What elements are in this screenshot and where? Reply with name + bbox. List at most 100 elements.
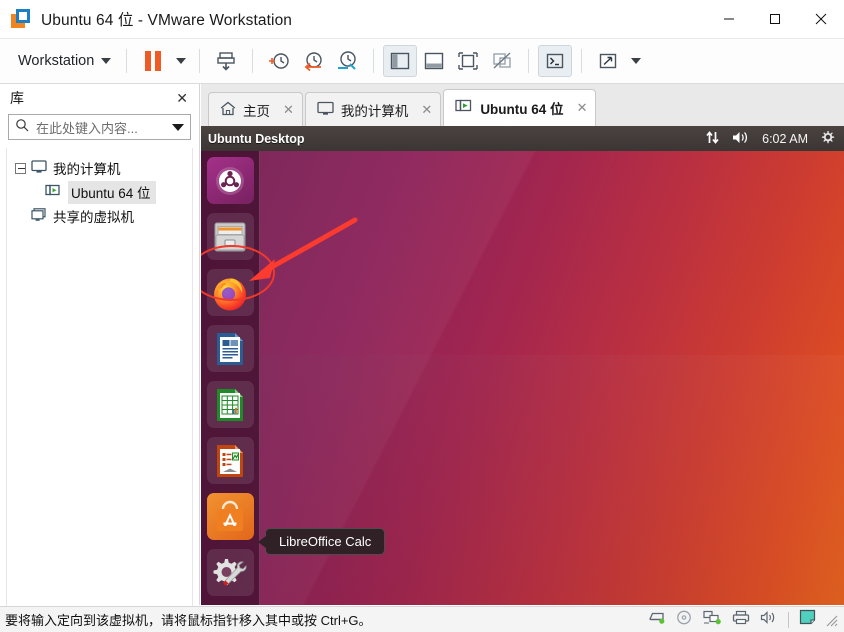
home-icon [220,101,236,119]
main-toolbar: Workstation [0,39,844,83]
vm-running-icon [45,184,62,201]
library-title: 库 [10,90,24,106]
ubuntu-dock [201,151,260,605]
tab-close-button[interactable]: ✕ [283,102,294,118]
hard-disk-status-icon[interactable] [648,610,666,630]
status-device-icons [648,609,838,630]
gear-wrench-icon [213,558,247,586]
volume-icon[interactable] [732,130,750,148]
collapse-toggle-icon[interactable] [15,162,26,174]
bottom-pane-icon [425,52,444,70]
console-icon [547,53,564,69]
revert-snapshot-button[interactable] [296,45,330,77]
toolbar-divider-4 [373,49,375,73]
search-icon [15,118,29,137]
tab-home[interactable]: 主页 ✕ [208,92,303,126]
tab-my-computer[interactable]: 我的计算机 ✕ [304,92,442,126]
close-button[interactable] [798,0,844,38]
tree-item-label: 我的计算机 [53,162,121,177]
display-status-icon[interactable] [799,609,816,630]
pause-icon [145,51,162,71]
sound-status-icon[interactable] [760,610,778,630]
pause-vm-button[interactable] [136,45,170,77]
toolbar-divider-5 [528,49,530,73]
chevron-down-icon [101,58,112,64]
stretch-button[interactable] [591,45,625,77]
take-snapshot-icon [269,53,289,69]
tab-ubuntu-64[interactable]: Ubuntu 64 位 ✕ [443,89,597,126]
tree-item-shared-vms[interactable]: 共享的虚拟机 [7,204,192,228]
dock-item-libreoffice-calc[interactable] [206,381,254,428]
resize-grip[interactable] [826,614,838,626]
network-status-icon[interactable] [703,610,722,630]
maximize-button[interactable] [752,0,798,38]
gear-icon[interactable] [820,130,835,148]
tab-label: 我的计算机 [340,103,409,119]
title-bar: Ubuntu 64 位 - VMware Workstation [0,0,844,38]
workstation-menu-label: Workstation [18,53,95,69]
shared-vm-icon [31,207,47,225]
libreoffice-calc-icon [217,388,243,421]
library-tree: 我的计算机 Ubuntu 64 位 共享的虚拟机 [6,148,193,608]
software-bag-icon [217,500,243,531]
ubuntu-clock[interactable]: 6:02 AM [762,132,808,146]
vmware-workstation-window: Ubuntu 64 位 - VMware Workstation Worksta… [0,0,844,632]
dock-item-files[interactable] [206,213,254,260]
show-bottom-pane-button[interactable] [417,45,451,77]
unity-mode-button[interactable] [485,45,519,77]
tab-close-button[interactable]: ✕ [421,102,432,118]
stretch-dropdown-button[interactable] [625,45,645,77]
status-bar: 要将输入定向到该虚拟机，请将鼠标指针移入其中或按 Ctrl+G。 [0,606,844,632]
monitor-icon [317,101,334,119]
tree-item-my-computer[interactable]: 我的计算机 [7,156,192,180]
vm-running-icon [455,99,473,117]
chevron-down-icon [176,58,187,64]
toolbar-divider-6 [581,49,583,73]
workstation-menu-button[interactable]: Workstation [14,49,117,73]
manage-snapshot-button[interactable] [209,45,243,77]
libreoffice-writer-icon [217,332,243,365]
snapshot-icon [217,52,235,71]
fullscreen-icon [458,52,478,70]
tree-item-label: 共享的虚拟机 [53,210,134,225]
dock-tooltip-label: LibreOffice Calc [279,534,372,549]
take-snapshot-button[interactable] [262,45,296,77]
firefox-icon [214,277,246,310]
left-pane-icon [391,52,410,70]
pause-dropdown-button[interactable] [170,45,190,77]
window-title: Ubuntu 64 位 - VMware Workstation [41,12,293,29]
file-cabinet-icon [214,222,246,251]
ubuntu-logo-icon [216,166,244,195]
stretch-icon [600,53,617,69]
library-close-button[interactable]: ✕ [173,90,191,107]
unity-mode-icon [493,52,511,69]
snapshot-manager-button[interactable] [330,45,364,77]
show-left-pane-button[interactable] [383,45,418,77]
console-button[interactable] [538,45,573,77]
tab-close-button[interactable]: ✕ [577,100,588,116]
monitor-icon [31,159,47,177]
vm-console[interactable]: Ubuntu Desktop 6:02 AM LibreOffice Calc [201,126,844,605]
status-message: 要将输入定向到该虚拟机，请将鼠标指针移入其中或按 Ctrl+G。 [5,613,372,628]
library-search-box[interactable]: 在此处键入内容... [8,114,191,140]
revert-snapshot-icon [304,52,322,72]
window-controls [706,0,844,38]
status-divider [788,611,789,628]
libreoffice-impress-icon [217,444,243,477]
dock-item-system-settings[interactable] [206,549,254,596]
fullscreen-button[interactable] [451,45,485,77]
ubuntu-top-bar: Ubuntu Desktop 6:02 AM [201,126,844,151]
dock-item-dash-home[interactable] [206,157,254,204]
printer-status-icon[interactable] [732,610,750,630]
dock-item-software-center[interactable] [206,493,254,540]
tree-item-ubuntu-64[interactable]: Ubuntu 64 位 [7,180,192,204]
minimize-button[interactable] [706,0,752,38]
dock-item-libreoffice-impress[interactable] [206,437,254,484]
tab-label: 主页 [243,103,270,119]
network-updown-icon[interactable] [705,130,720,148]
dock-item-firefox[interactable] [206,269,254,316]
chevron-down-icon[interactable] [172,123,184,131]
dock-item-libreoffice-writer[interactable] [206,325,254,372]
cd-dvd-status-icon[interactable] [676,610,693,630]
vmware-logo-icon [11,9,31,29]
